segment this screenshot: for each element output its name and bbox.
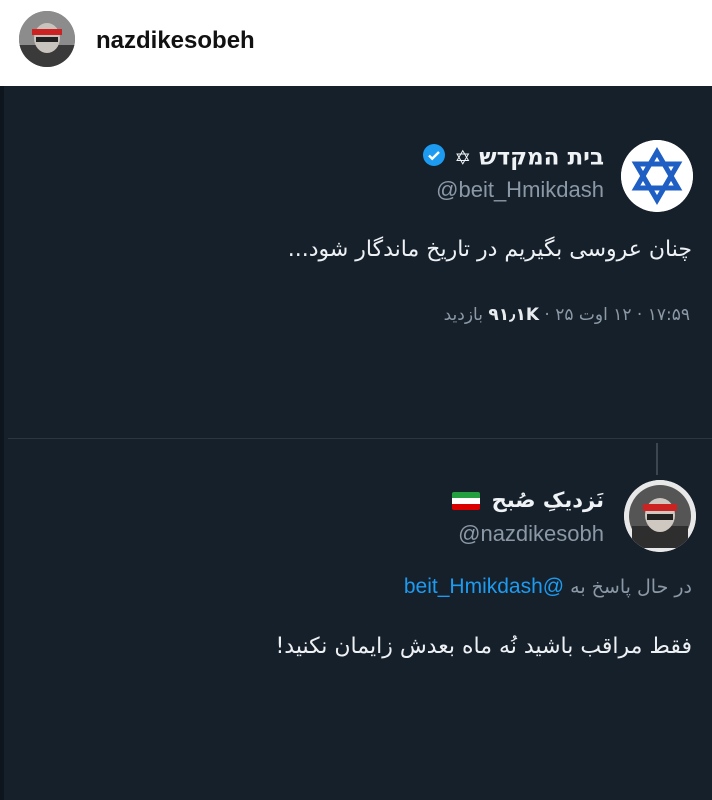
star-of-david-icon: ✡ bbox=[454, 145, 472, 170]
iran-flag-icon bbox=[452, 492, 481, 510]
replying-to-mention[interactable]: @beit_Hmikdash bbox=[404, 575, 564, 598]
tweet-time[interactable]: ۱۷:۵۹ bbox=[648, 305, 690, 325]
star-of-david-avatar[interactable] bbox=[621, 140, 693, 212]
reply-author-handle[interactable]: @nazdikesobh bbox=[458, 521, 604, 547]
replying-to: در حال پاسخ به @beit_Hmikdash bbox=[404, 575, 692, 599]
username[interactable]: nazdikesobeh bbox=[96, 27, 255, 55]
reply-author-name[interactable]: نَزدیکِ صُبح bbox=[452, 488, 604, 512]
tweet-author-name[interactable]: בית המקדש ✡ bbox=[422, 143, 604, 173]
thread-connector bbox=[656, 443, 658, 475]
display-name: نَزدیکِ صُبح bbox=[491, 488, 604, 512]
views-count: ۹۱٫۱K bbox=[488, 305, 540, 325]
left-border bbox=[0, 86, 4, 800]
reply-text: فقط مراقب باشید نُه ماه بعدش زایمان نکنی… bbox=[275, 634, 692, 659]
reply-avatar[interactable] bbox=[624, 480, 696, 552]
display-name: בית המקדש bbox=[479, 144, 604, 171]
divider bbox=[8, 438, 712, 439]
profile-header: nazdikesobeh bbox=[0, 0, 712, 86]
replying-to-label: در حال پاسخ به bbox=[570, 576, 692, 598]
verified-badge-icon bbox=[422, 143, 446, 173]
tweet-date[interactable]: ۱۲ اوت ۲۵ bbox=[555, 305, 631, 325]
tweet-author-handle[interactable]: @beit_Hmikdash bbox=[436, 177, 604, 203]
avatar[interactable] bbox=[19, 11, 75, 67]
tweet-text: چنان عروسی بگیریم در تاریخ ماندگار شود..… bbox=[287, 237, 692, 262]
views-label: بازدید bbox=[443, 305, 483, 325]
tweet-meta: ۱۷:۵۹ · ۱۲ اوت ۲۵ · ۹۱٫۱K بازدید bbox=[443, 305, 690, 325]
tweet-thread bbox=[0, 86, 712, 800]
